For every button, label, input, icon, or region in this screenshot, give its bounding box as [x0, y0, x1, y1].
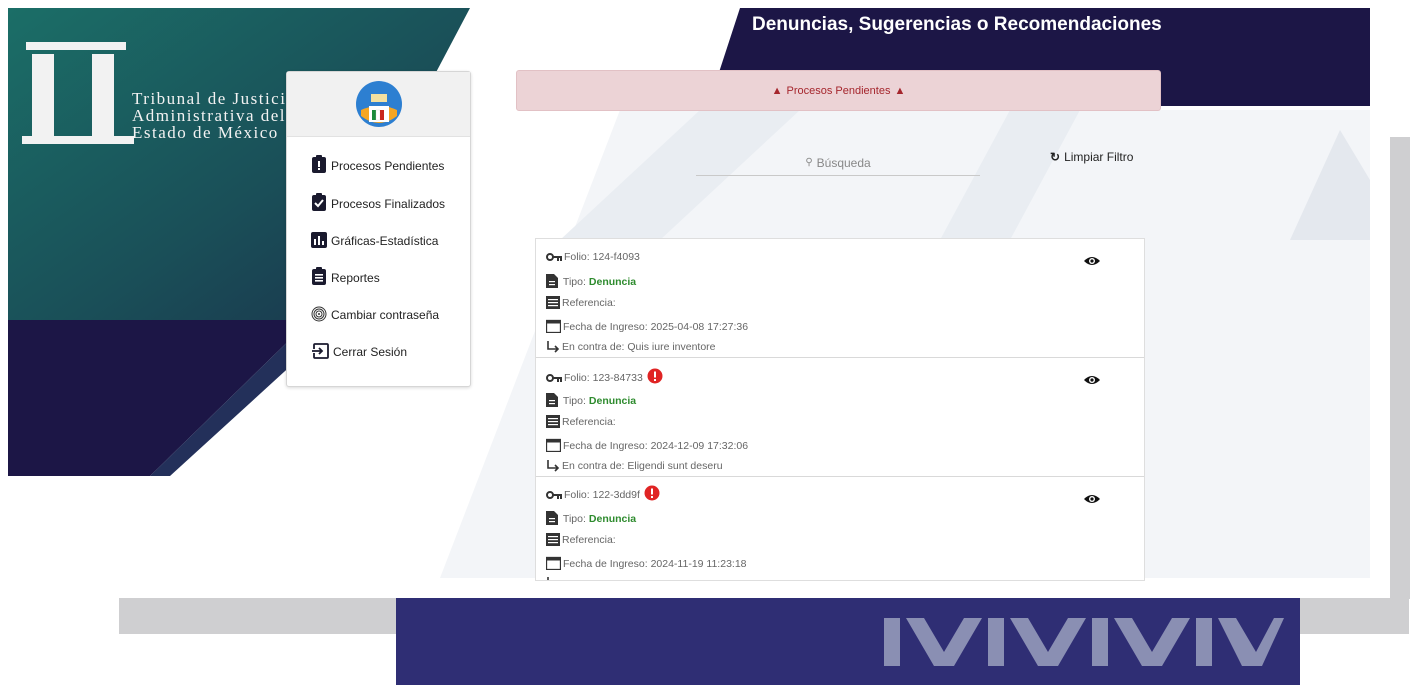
- record-fecha: Fecha de Ingreso: 2024-11-19 11:23:18: [546, 556, 747, 570]
- clipboard-alert-icon: [312, 155, 326, 173]
- sidebar-item-label: Cerrar Sesión: [333, 345, 408, 359]
- clipboard-list-icon: [312, 267, 326, 285]
- sidebar-item-label: Procesos Finalizados: [331, 197, 446, 211]
- notes-icon: [546, 296, 560, 309]
- clear-filter-button[interactable]: ↻ Limpiar Filtro: [1050, 150, 1133, 164]
- fecha-value: 2024-12-09 17:32:06: [650, 440, 749, 452]
- contra-value: Eligendi sunt deseru: [627, 460, 723, 472]
- footer-watermark: [884, 618, 1284, 666]
- record-fecha: Fecha de Ingreso: 2025-04-08 17:27:36: [546, 319, 748, 333]
- fingerprint-icon: [311, 306, 327, 322]
- sidebar-menu: Procesos Pendientes Procesos Finalizados…: [286, 71, 471, 387]
- refresh-icon: ↻: [1050, 150, 1061, 164]
- view-eye-icon[interactable]: [1084, 255, 1100, 267]
- warning-icon: ▲: [771, 84, 783, 97]
- alert-badge-icon: [644, 485, 660, 501]
- tribunal-name: Tribunal de Justicia Administrativa del …: [132, 90, 295, 141]
- folio-value: 123-84733: [592, 372, 643, 384]
- notes-icon: [546, 533, 560, 546]
- record-referencia: Referencia:: [546, 415, 616, 428]
- notes-icon: [546, 415, 560, 428]
- calendar-icon: [546, 438, 561, 452]
- view-eye-icon[interactable]: [1084, 493, 1100, 505]
- sidebar-item-label: Cambiar contraseña: [331, 308, 440, 322]
- logout-icon: [311, 343, 329, 359]
- clipboard-check-icon: [312, 193, 326, 211]
- file-icon: [546, 511, 558, 525]
- sidebar-item-reportes[interactable]: Reportes: [311, 267, 380, 285]
- tribunal-name-line-2: Administrativa del: [132, 106, 287, 125]
- record-tipo: Tipo: Denuncia: [546, 274, 636, 288]
- fecha-value: 2024-11-19 11:23:18: [650, 558, 747, 570]
- search-placeholder: Búsqueda: [816, 155, 871, 170]
- record-referencia: Referencia:: [546, 296, 616, 309]
- folio-value: 124-f4093: [592, 251, 640, 263]
- chart-icon: [311, 232, 327, 248]
- key-icon: [546, 491, 562, 499]
- page-title: Denuncias, Sugerencias o Recomendaciones: [752, 14, 1162, 35]
- record-en-contra: [546, 577, 562, 580]
- record-card[interactable]: Folio: 123-84733 Tipo: Denuncia Referenci…: [536, 358, 1144, 477]
- sidebar-item-procesos-finalizados[interactable]: Procesos Finalizados: [311, 193, 445, 211]
- tribunal-name-line-3: Estado de México: [132, 123, 279, 142]
- sidebar-item-procesos-pendientes[interactable]: Procesos Pendientes: [311, 155, 444, 173]
- record-tipo: Tipo: Denuncia: [546, 511, 636, 525]
- sidebar-item-label: Procesos Pendientes: [331, 159, 445, 173]
- subdirectory-arrow-icon: [547, 341, 560, 353]
- pending-alert-banner: ▲ Procesos Pendientes ▲: [516, 70, 1161, 111]
- view-eye-icon[interactable]: [1084, 374, 1100, 386]
- sidebar-item-graficas[interactable]: Gráficas-Estadística: [311, 232, 438, 248]
- folio-value: 122-3dd9f: [592, 489, 640, 501]
- record-fecha: Fecha de Ingreso: 2024-12-09 17:32:06: [546, 438, 748, 452]
- alert-badge-icon: [647, 368, 663, 384]
- record-folio: Folio: 123-84733: [546, 368, 663, 384]
- calendar-icon: [546, 556, 561, 570]
- sidebar-item-label: Reportes: [331, 271, 380, 285]
- file-icon: [546, 393, 558, 407]
- search-icon: ⚲: [805, 157, 813, 168]
- record-card[interactable]: Folio: 122-3dd9f Tipo: Denuncia Referenci…: [536, 477, 1144, 580]
- sidebar-item-cerrar-sesion[interactable]: Cerrar Sesión: [311, 343, 407, 359]
- record-tipo: Tipo: Denuncia: [546, 393, 636, 407]
- record-en-contra: En contra de: Quis iure inventore: [546, 341, 716, 353]
- alert-text: Procesos Pendientes: [786, 84, 891, 97]
- contra-value: Quis iure inventore: [627, 341, 716, 353]
- record-folio: Folio: 124-f4093: [546, 251, 640, 263]
- key-icon: [546, 253, 562, 261]
- search-input[interactable]: ⚲ Búsqueda: [696, 150, 980, 176]
- record-en-contra: En contra de: Eligendi sunt deseru: [546, 460, 723, 472]
- key-icon: [546, 374, 562, 382]
- tipo-value: Denuncia: [588, 395, 637, 407]
- warning-icon: ▲: [894, 84, 906, 97]
- calendar-icon: [546, 319, 561, 333]
- subdirectory-arrow-icon: [547, 460, 560, 472]
- tipo-value: Denuncia: [588, 276, 637, 288]
- tipo-value: Denuncia: [588, 513, 637, 525]
- record-referencia: Referencia:: [546, 533, 616, 546]
- clear-filter-label: Limpiar Filtro: [1064, 150, 1134, 164]
- sidebar-item-label: Gráficas-Estadística: [331, 234, 439, 248]
- sidebar-header: [287, 72, 470, 137]
- subdirectory-arrow-icon: [547, 577, 549, 580]
- avatar: [356, 81, 402, 127]
- record-folio: Folio: 122-3dd9f: [546, 485, 660, 501]
- sidebar-item-cambiar-contrasena[interactable]: Cambiar contraseña: [311, 306, 439, 322]
- tribunal-name-line-1: Tribunal de Justicia: [132, 89, 296, 108]
- fecha-value: 2025-04-08 17:27:36: [650, 321, 749, 333]
- record-card[interactable]: Folio: 124-f4093 Tipo: Denuncia Referenci…: [536, 239, 1144, 358]
- file-icon: [546, 274, 558, 288]
- records-list: Folio: 124-f4093 Tipo: Denuncia Referenci…: [535, 238, 1145, 581]
